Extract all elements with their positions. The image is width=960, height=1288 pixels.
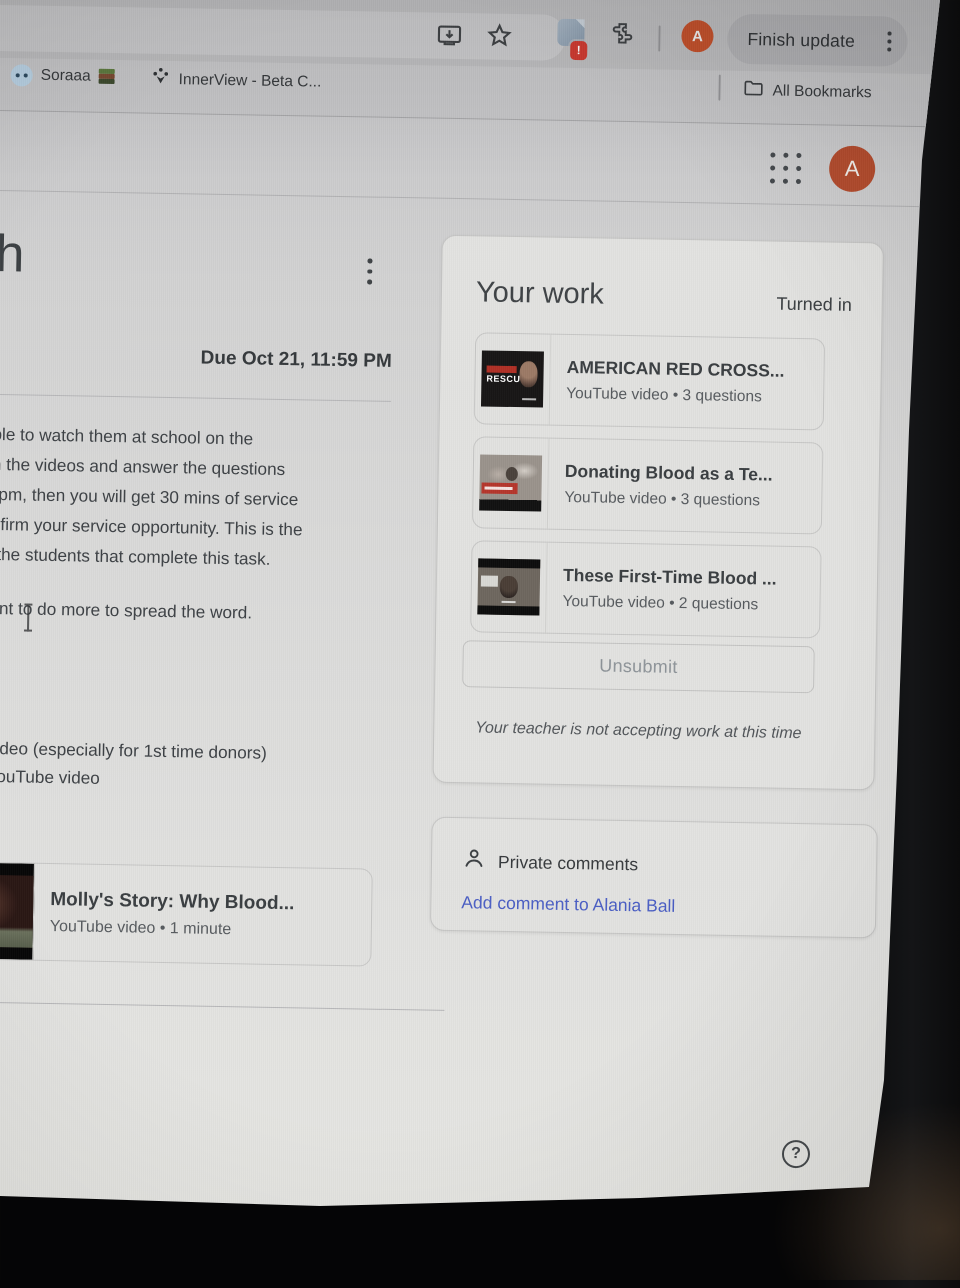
description-line: nfirm your service opportunity. This is … bbox=[0, 513, 303, 540]
add-comment-link[interactable]: Add comment to Alania Ball bbox=[461, 892, 675, 917]
work-item-meta: YouTube video • 3 questions bbox=[566, 384, 762, 406]
your-work-card: Your work Turned in RESCUE AMERICAN RED … bbox=[432, 234, 884, 791]
video-thumbnail bbox=[0, 862, 35, 960]
divider bbox=[0, 1001, 445, 1011]
extension-alert-badge: ! bbox=[570, 40, 588, 61]
folder-icon bbox=[742, 77, 764, 104]
private-comments-card: Private comments Add comment to Alania B… bbox=[429, 816, 878, 939]
attachment-title: Molly's Story: Why Blood... bbox=[50, 888, 295, 914]
extension-card-fold bbox=[576, 19, 585, 28]
text-cursor-ibeam bbox=[23, 604, 33, 632]
video-note-line: YouTube video bbox=[0, 765, 101, 788]
divider bbox=[0, 393, 392, 402]
finish-update-button[interactable]: Finish update bbox=[726, 13, 908, 67]
finish-update-label: Finish update bbox=[747, 28, 856, 51]
assignment-menu-icon[interactable] bbox=[367, 258, 373, 290]
extensions-puzzle-icon[interactable] bbox=[609, 21, 636, 52]
work-item-meta: YouTube video • 2 questions bbox=[562, 592, 759, 614]
google-apps-grid-icon[interactable] bbox=[769, 152, 803, 185]
books-emoji bbox=[98, 68, 117, 85]
video-thumbnail bbox=[471, 541, 548, 633]
attachment-molly-video[interactable]: Molly's Story: Why Blood... YouTube vide… bbox=[0, 861, 373, 967]
teacher-not-accepting-notice: Your teacher is not accepting work at th… bbox=[475, 719, 802, 743]
work-item-title: Donating Blood as a Te... bbox=[564, 460, 773, 485]
bookmark-label: Soraaa bbox=[40, 66, 91, 85]
classroom-header-border bbox=[0, 189, 940, 209]
description-line: ant to do more to spread the word. bbox=[0, 597, 253, 623]
your-work-title: Your work bbox=[475, 276, 605, 311]
video-thumbnail: RESCUE bbox=[474, 333, 552, 425]
laptop-screen: ! A Finish update Soraaa InnerView - Bet… bbox=[0, 0, 940, 1206]
work-item-american-red-cross[interactable]: RESCUE AMERICAN RED CROSS... YouTube vid… bbox=[473, 332, 826, 431]
description-line: the students that complete this task. bbox=[0, 544, 271, 569]
work-item-title: AMERICAN RED CROSS... bbox=[566, 356, 785, 381]
assignment-title-partial: h bbox=[0, 224, 25, 284]
work-item-donating-blood[interactable]: Donating Blood as a Te... YouTube video … bbox=[471, 436, 824, 535]
bookmark-item-innerview[interactable]: InnerView - Beta C... bbox=[150, 67, 322, 95]
bookmark-label: InnerView - Beta C... bbox=[178, 70, 322, 91]
description-line: ble to watch them at school on the bbox=[0, 423, 254, 449]
unsubmit-button[interactable]: Unsubmit bbox=[462, 640, 815, 694]
bookmark-star-icon[interactable] bbox=[485, 21, 514, 54]
all-bookmarks-button[interactable]: All Bookmarks bbox=[742, 77, 872, 106]
video-note-line: video (especially for 1st time donors) bbox=[0, 737, 267, 763]
description-line: h the videos and answer the questions bbox=[0, 453, 286, 480]
work-item-first-time-blood[interactable]: These First-Time Blood ... YouTube video… bbox=[470, 540, 822, 639]
all-bookmarks-label: All Bookmarks bbox=[772, 81, 872, 101]
work-item-meta: YouTube video • 3 questions bbox=[564, 488, 761, 510]
bookmark-item-soraaa[interactable]: Soraaa bbox=[10, 64, 116, 88]
work-item-title: These First-Time Blood ... bbox=[562, 564, 777, 589]
more-options-icon[interactable] bbox=[887, 31, 892, 52]
private-comments-title: Private comments bbox=[497, 851, 639, 875]
download-icon[interactable] bbox=[435, 21, 464, 54]
attachment-meta: YouTube video • 1 minute bbox=[49, 917, 232, 938]
video-thumbnail bbox=[472, 437, 550, 529]
innerview-favicon bbox=[150, 67, 170, 92]
person-icon bbox=[462, 846, 487, 875]
due-date: Due Oct 21, 11:59 PM bbox=[200, 347, 392, 372]
description-line: pm, then you will get 30 mins of service bbox=[0, 484, 299, 510]
classroom-account-avatar[interactable]: A bbox=[828, 145, 876, 193]
turned-in-status: Turned in bbox=[776, 293, 852, 315]
soraaa-favicon bbox=[10, 64, 33, 87]
help-icon[interactable]: ? bbox=[781, 1139, 811, 1169]
